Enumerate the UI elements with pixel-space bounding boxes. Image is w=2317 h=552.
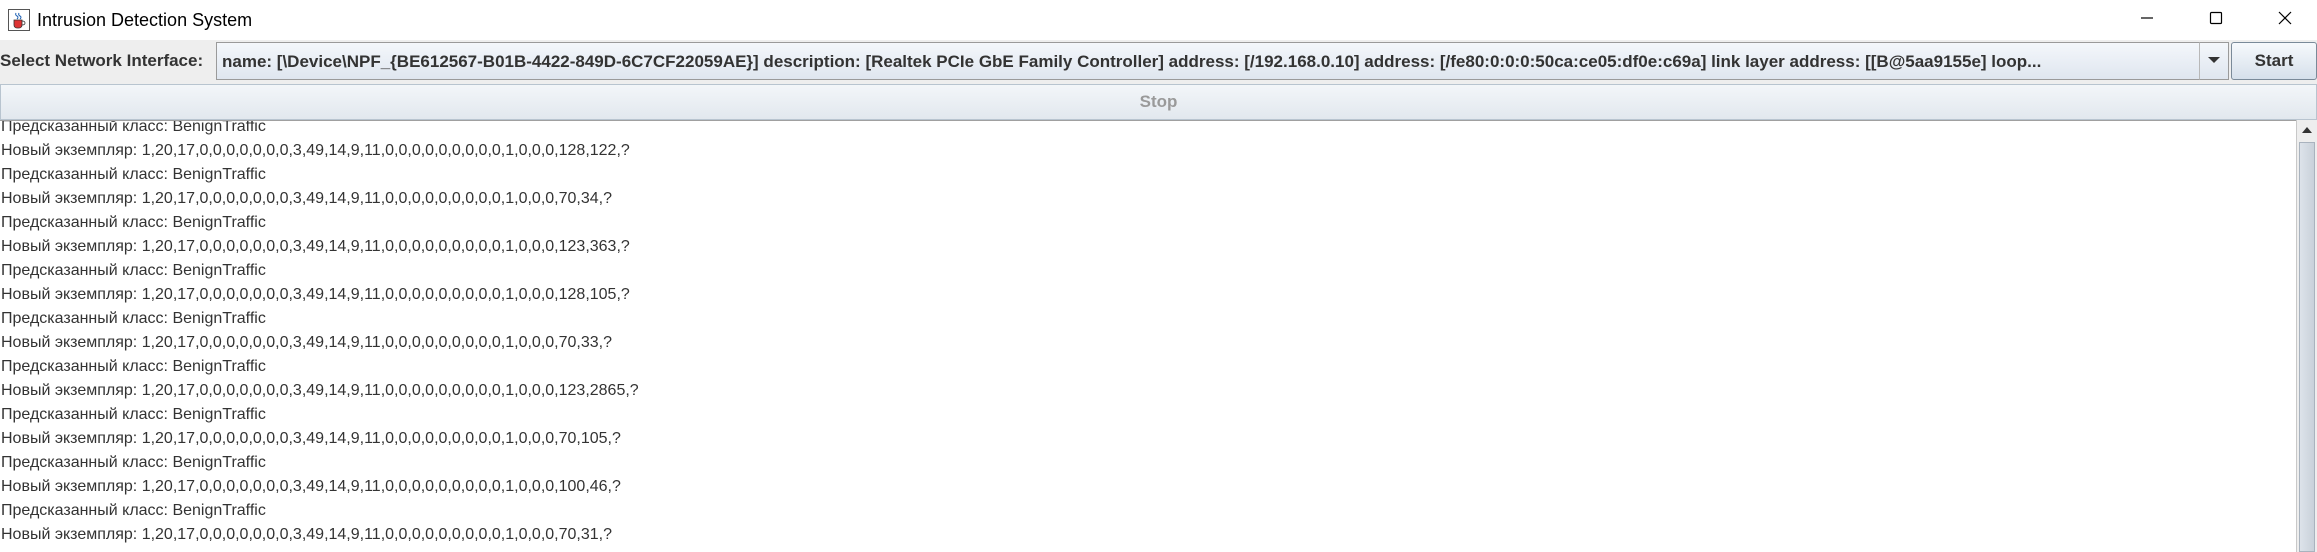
scroll-thumb[interactable] bbox=[2299, 142, 2315, 552]
minimize-button[interactable] bbox=[2112, 0, 2181, 40]
minimize-icon bbox=[2139, 10, 2155, 31]
window-title: Intrusion Detection System bbox=[37, 10, 253, 30]
log-line: Предсказанный класс: BenignTraffic bbox=[1, 454, 266, 471]
log-line: Предсказанный класс: BenignTraffic bbox=[1, 502, 266, 519]
log-line: Новый экземпляр: 1,20,17,0,0,0,0,0,0,0,3… bbox=[1, 190, 612, 207]
interface-selection-row: Select Network Interface: name: [\Device… bbox=[0, 40, 2317, 82]
log-line: Новый экземпляр: 1,20,17,0,0,0,0,0,0,0,3… bbox=[1, 382, 639, 399]
interface-combo-box[interactable]: name: [\Device\NPF_{BE612567-B01B-4422-8… bbox=[216, 42, 2211, 80]
log-line: Новый экземпляр: 1,20,17,0,0,0,0,0,0,0,3… bbox=[1, 526, 612, 543]
log-line: Новый экземпляр: 1,20,17,0,0,0,0,0,0,0,3… bbox=[1, 334, 612, 351]
close-icon bbox=[2277, 10, 2293, 31]
maximize-icon bbox=[2208, 10, 2224, 31]
log-line: Предсказанный класс: BenignTraffic bbox=[1, 310, 266, 327]
chevron-down-icon bbox=[2207, 52, 2221, 70]
log-text-area[interactable]: Предсказанный класс: BenignTraffic Новый … bbox=[0, 120, 2296, 552]
app-window: Intrusion Detection System Select Networ… bbox=[0, 0, 2317, 552]
close-button[interactable] bbox=[2250, 0, 2317, 40]
log-line: Новый экземпляр: 1,20,17,0,0,0,0,0,0,0,3… bbox=[1, 142, 630, 159]
log-line: Новый экземпляр: 1,20,17,0,0,0,0,0,0,0,3… bbox=[1, 478, 621, 495]
java-coffee-cup-icon bbox=[8, 9, 30, 31]
log-line: Предсказанный класс: BenignTraffic bbox=[1, 406, 266, 423]
stop-button[interactable]: Stop bbox=[0, 84, 2317, 120]
title-bar: Intrusion Detection System bbox=[0, 0, 2317, 40]
start-button[interactable]: Start bbox=[2231, 42, 2317, 80]
log-line: Новый экземпляр: 1,20,17,0,0,0,0,0,0,0,3… bbox=[1, 238, 630, 255]
log-line: Предсказанный класс: BenignTraffic bbox=[1, 358, 266, 375]
log-line: Предсказанный класс: BenignTraffic bbox=[1, 120, 266, 135]
vertical-scrollbar[interactable] bbox=[2296, 120, 2317, 552]
scroll-up-button[interactable] bbox=[2297, 120, 2317, 140]
interface-label: Select Network Interface: bbox=[0, 51, 204, 70]
log-line: Новый экземпляр: 1,20,17,0,0,0,0,0,0,0,3… bbox=[1, 430, 621, 447]
stop-row: Stop bbox=[0, 84, 2317, 120]
triangle-up-icon bbox=[2301, 121, 2313, 139]
interface-selected-value: name: [\Device\NPF_{BE612567-B01B-4422-8… bbox=[222, 52, 2042, 71]
log-line: Предсказанный класс: BenignTraffic bbox=[1, 214, 266, 231]
log-line: Предсказанный класс: BenignTraffic bbox=[1, 262, 266, 279]
interface-dropdown-button[interactable] bbox=[2199, 42, 2229, 80]
log-line: Предсказанный класс: BenignTraffic bbox=[1, 166, 266, 183]
maximize-button[interactable] bbox=[2181, 0, 2250, 40]
log-list: Предсказанный класс: BenignTraffic Новый … bbox=[0, 120, 639, 547]
log-line: Новый экземпляр: 1,20,17,0,0,0,0,0,0,0,3… bbox=[1, 286, 630, 303]
